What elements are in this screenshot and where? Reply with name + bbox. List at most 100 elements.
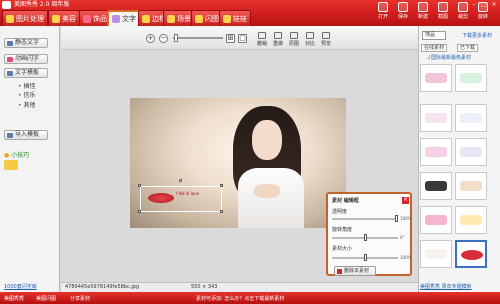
redo-icon xyxy=(274,32,282,39)
material-thumb[interactable] xyxy=(455,104,487,132)
crop-button[interactable]: 裁剪 xyxy=(454,2,472,24)
material-thumb[interactable] xyxy=(455,138,487,166)
list-item-other[interactable]: 其他 xyxy=(18,100,36,109)
material-thumb[interactable] xyxy=(420,138,452,166)
material-thumb[interactable] xyxy=(455,64,487,92)
close-icon[interactable]: × xyxy=(402,197,409,204)
undo-button[interactable]: 撤销 xyxy=(254,32,270,48)
delete-sticker-button[interactable]: 删除本素材 xyxy=(334,266,376,276)
screenshot-button[interactable]: 截图 xyxy=(434,2,452,24)
sticker-preview-icon xyxy=(425,113,447,123)
actual-size-button[interactable]: ▢ xyxy=(238,34,247,43)
new-button[interactable]: 新建 xyxy=(414,2,432,24)
rotate-handle[interactable] xyxy=(179,179,182,182)
category-select[interactable]: 饰品 xyxy=(422,31,446,40)
redo-button[interactable]: 重做 xyxy=(270,32,286,48)
preview-button[interactable]: 预览 xyxy=(318,32,334,48)
tips-image-icon xyxy=(4,160,18,170)
original-icon xyxy=(290,32,298,39)
props-title: 素材 编辑框 xyxy=(332,198,359,204)
tab-online-materials[interactable]: 在线素材 xyxy=(421,44,448,52)
status-link-flash[interactable]: 美图闪图 xyxy=(36,295,56,302)
heart-icon xyxy=(7,57,13,62)
tab-doll[interactable]: 娃娃 xyxy=(219,10,251,26)
material-thumb-selected[interactable] xyxy=(455,240,487,268)
hot-materials-link[interactable]: Ｊ国际最新最热素材 xyxy=(426,54,471,61)
download-more-link[interactable]: 下载更多素材 xyxy=(462,32,492,39)
tab-beauty[interactable]: 美容 xyxy=(48,10,80,26)
save-button[interactable]: 保存 xyxy=(394,2,412,24)
status-link-meitu[interactable]: 美图秀秀 xyxy=(4,295,24,302)
import-template-button[interactable]: 导入模板 xyxy=(4,130,48,140)
resize-handle[interactable] xyxy=(220,184,223,187)
material-thumb[interactable] xyxy=(455,172,487,200)
material-thumb[interactable] xyxy=(420,240,452,268)
original-button[interactable]: 原图 xyxy=(286,32,302,48)
static-text-button[interactable]: 静态文字 xyxy=(4,38,48,48)
open-icon xyxy=(378,2,388,12)
sticker-preview-icon xyxy=(460,147,482,157)
scene-icon xyxy=(167,14,175,23)
image-icon xyxy=(6,14,14,23)
sticker-preview-icon xyxy=(460,181,482,191)
material-thumb[interactable] xyxy=(420,104,452,132)
sticker-preview-icon xyxy=(425,215,447,225)
text-template-button[interactable]: 文字模板 xyxy=(4,68,48,78)
list-item-funny[interactable]: 搞怪 xyxy=(18,81,36,90)
new-icon xyxy=(418,2,428,12)
resize-handle[interactable] xyxy=(138,210,141,213)
status-bar: 美图秀秀 美图闪图 分享素材 素材可添加: 怎么办？点击下载最新素材 xyxy=(0,292,500,304)
size-label: 素材大小 xyxy=(332,246,353,252)
lips-preview-icon xyxy=(461,250,483,260)
material-thumb[interactable] xyxy=(420,172,452,200)
rotation-slider-thumb[interactable] xyxy=(363,234,367,241)
template-icon xyxy=(7,71,13,76)
sticker-preview-icon xyxy=(460,73,482,83)
canvas-status-bar: 4789445e5978149fe58bc.jpg 550 × 343 xyxy=(61,282,418,292)
zoom-slider[interactable] xyxy=(173,37,223,39)
material-thumb[interactable] xyxy=(455,206,487,234)
tab-text[interactable]: 文字 xyxy=(107,10,141,26)
photo-subject-dress xyxy=(238,168,304,228)
list-item-xinle[interactable]: 信乐 xyxy=(18,90,36,99)
opacity-slider-thumb[interactable] xyxy=(395,215,398,222)
opacity-value: 100% xyxy=(400,216,412,221)
doll-icon xyxy=(223,14,231,23)
crop-icon xyxy=(458,2,468,12)
open-button[interactable]: 打开 xyxy=(374,2,392,24)
text-icon xyxy=(7,41,13,46)
photo-subject-face xyxy=(252,120,282,160)
rotate-button[interactable]: 旋转 xyxy=(474,2,492,24)
flash-icon xyxy=(195,14,203,23)
opacity-label: 透明度 xyxy=(332,209,348,215)
image-size: 550 × 343 xyxy=(191,284,218,290)
tab-image-process[interactable]: 图片处理 xyxy=(2,10,48,26)
zoom-in-button[interactable]: + xyxy=(146,34,155,43)
photo-subject-hands xyxy=(254,184,280,198)
frame-icon xyxy=(142,14,150,23)
fit-button[interactable]: ⊞ xyxy=(226,34,235,43)
beauty-icon xyxy=(52,14,60,23)
footer-link[interactable]: 1000套闪字库 xyxy=(4,283,37,290)
lips-sticker[interactable] xyxy=(148,193,174,203)
rotation-value: 0° xyxy=(400,235,405,240)
tab-downloaded[interactable]: 已下载 xyxy=(457,44,479,52)
size-slider-thumb[interactable] xyxy=(363,254,367,261)
undo-icon xyxy=(258,32,266,39)
bulb-icon: ● xyxy=(4,152,10,159)
import-icon xyxy=(7,133,13,138)
sticker-text: I fell in love xyxy=(176,191,200,196)
compare-button[interactable]: 对比 xyxy=(302,32,318,48)
opacity-slider[interactable] xyxy=(332,218,398,220)
special-template-link[interactable]: 美图秀秀 周年专题模板 xyxy=(420,283,472,290)
zoom-slider-thumb[interactable] xyxy=(174,34,178,42)
material-thumb[interactable] xyxy=(420,206,452,234)
material-thumb[interactable] xyxy=(420,64,452,92)
resize-handle[interactable] xyxy=(220,210,223,213)
compare-icon xyxy=(306,32,314,39)
resize-handle[interactable] xyxy=(138,184,141,187)
zoom-out-button[interactable]: − xyxy=(159,34,168,43)
tips-link[interactable]: ● 小技巧 xyxy=(4,150,29,159)
animated-text-button[interactable]: 动画闪字 xyxy=(4,54,48,64)
status-link-share[interactable]: 分享素材 xyxy=(70,295,90,302)
